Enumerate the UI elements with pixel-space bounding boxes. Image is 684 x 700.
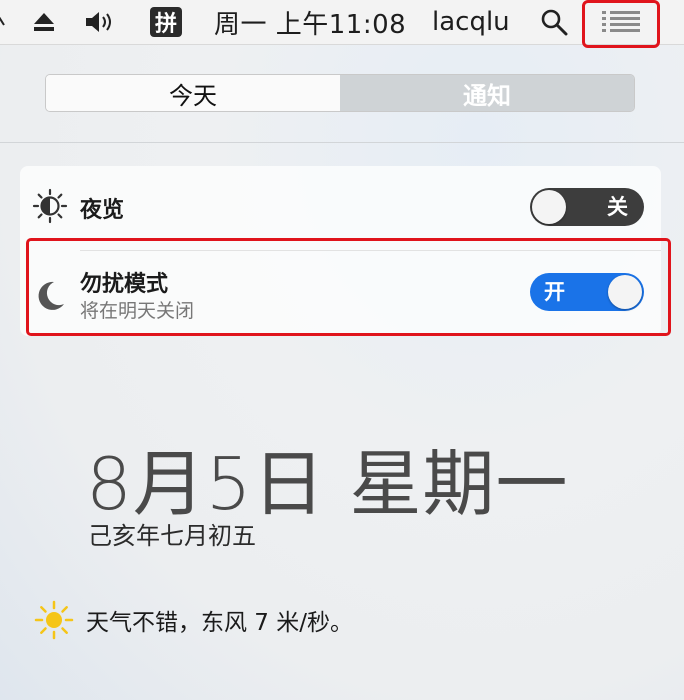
tab-today[interactable]: 今天 [46, 75, 340, 111]
notification-center-button[interactable] [582, 0, 660, 48]
do-not-disturb-toggle[interactable]: 开 [530, 273, 644, 311]
quick-settings-widget: 夜览 关 勿扰模式 将在明天关闭 开 [20, 166, 661, 336]
view-switcher: 今天 通知 [45, 74, 635, 112]
toggle-knob [608, 275, 642, 309]
weather-summary: 天气不错，东风 7 米/秒。 [86, 610, 354, 636]
user-menu[interactable]: lacqlu [432, 0, 510, 44]
lunar-date: 己亥年七月初五 [88, 522, 256, 550]
night-shift-row: 夜览 关 [20, 166, 661, 251]
search-icon[interactable] [540, 0, 572, 44]
row-divider [80, 250, 661, 251]
list-icon [602, 10, 640, 38]
eject-icon[interactable] [32, 0, 58, 44]
tab-notifications-label: 通知 [463, 81, 511, 110]
toggle-knob [532, 190, 566, 224]
do-not-disturb-row: 勿扰模式 将在明天关闭 开 [20, 252, 661, 336]
night-shift-toggle-label: 关 [607, 195, 628, 219]
sun-icon [34, 600, 74, 644]
menu-clock[interactable]: 周一 上午11:08 [214, 0, 406, 44]
input-method-button[interactable]: 拼 [150, 7, 182, 37]
volume-icon[interactable] [84, 0, 116, 44]
tab-today-label: 今天 [169, 81, 217, 110]
menu-bar: 拼 周一 上午11:08 lacqlu [0, 0, 684, 48]
night-shift-sun-icon [32, 188, 68, 228]
night-shift-label: 夜览 [80, 198, 125, 223]
chevron-edge-icon[interactable] [0, 0, 6, 44]
do-not-disturb-subtitle: 将在明天关闭 [80, 300, 195, 322]
tab-notifications[interactable]: 通知 [340, 75, 634, 111]
user-name: lacqlu [432, 7, 510, 37]
clock-text: 周一 上午11:08 [214, 9, 407, 40]
night-shift-toggle[interactable]: 关 [530, 188, 644, 226]
moon-icon [32, 278, 68, 318]
input-method-label: 拼 [154, 12, 177, 37]
today-date: 8月5日 星期一 [86, 442, 569, 526]
header-divider [0, 142, 684, 143]
do-not-disturb-label: 勿扰模式 [80, 272, 169, 297]
do-not-disturb-toggle-label: 开 [544, 280, 565, 304]
